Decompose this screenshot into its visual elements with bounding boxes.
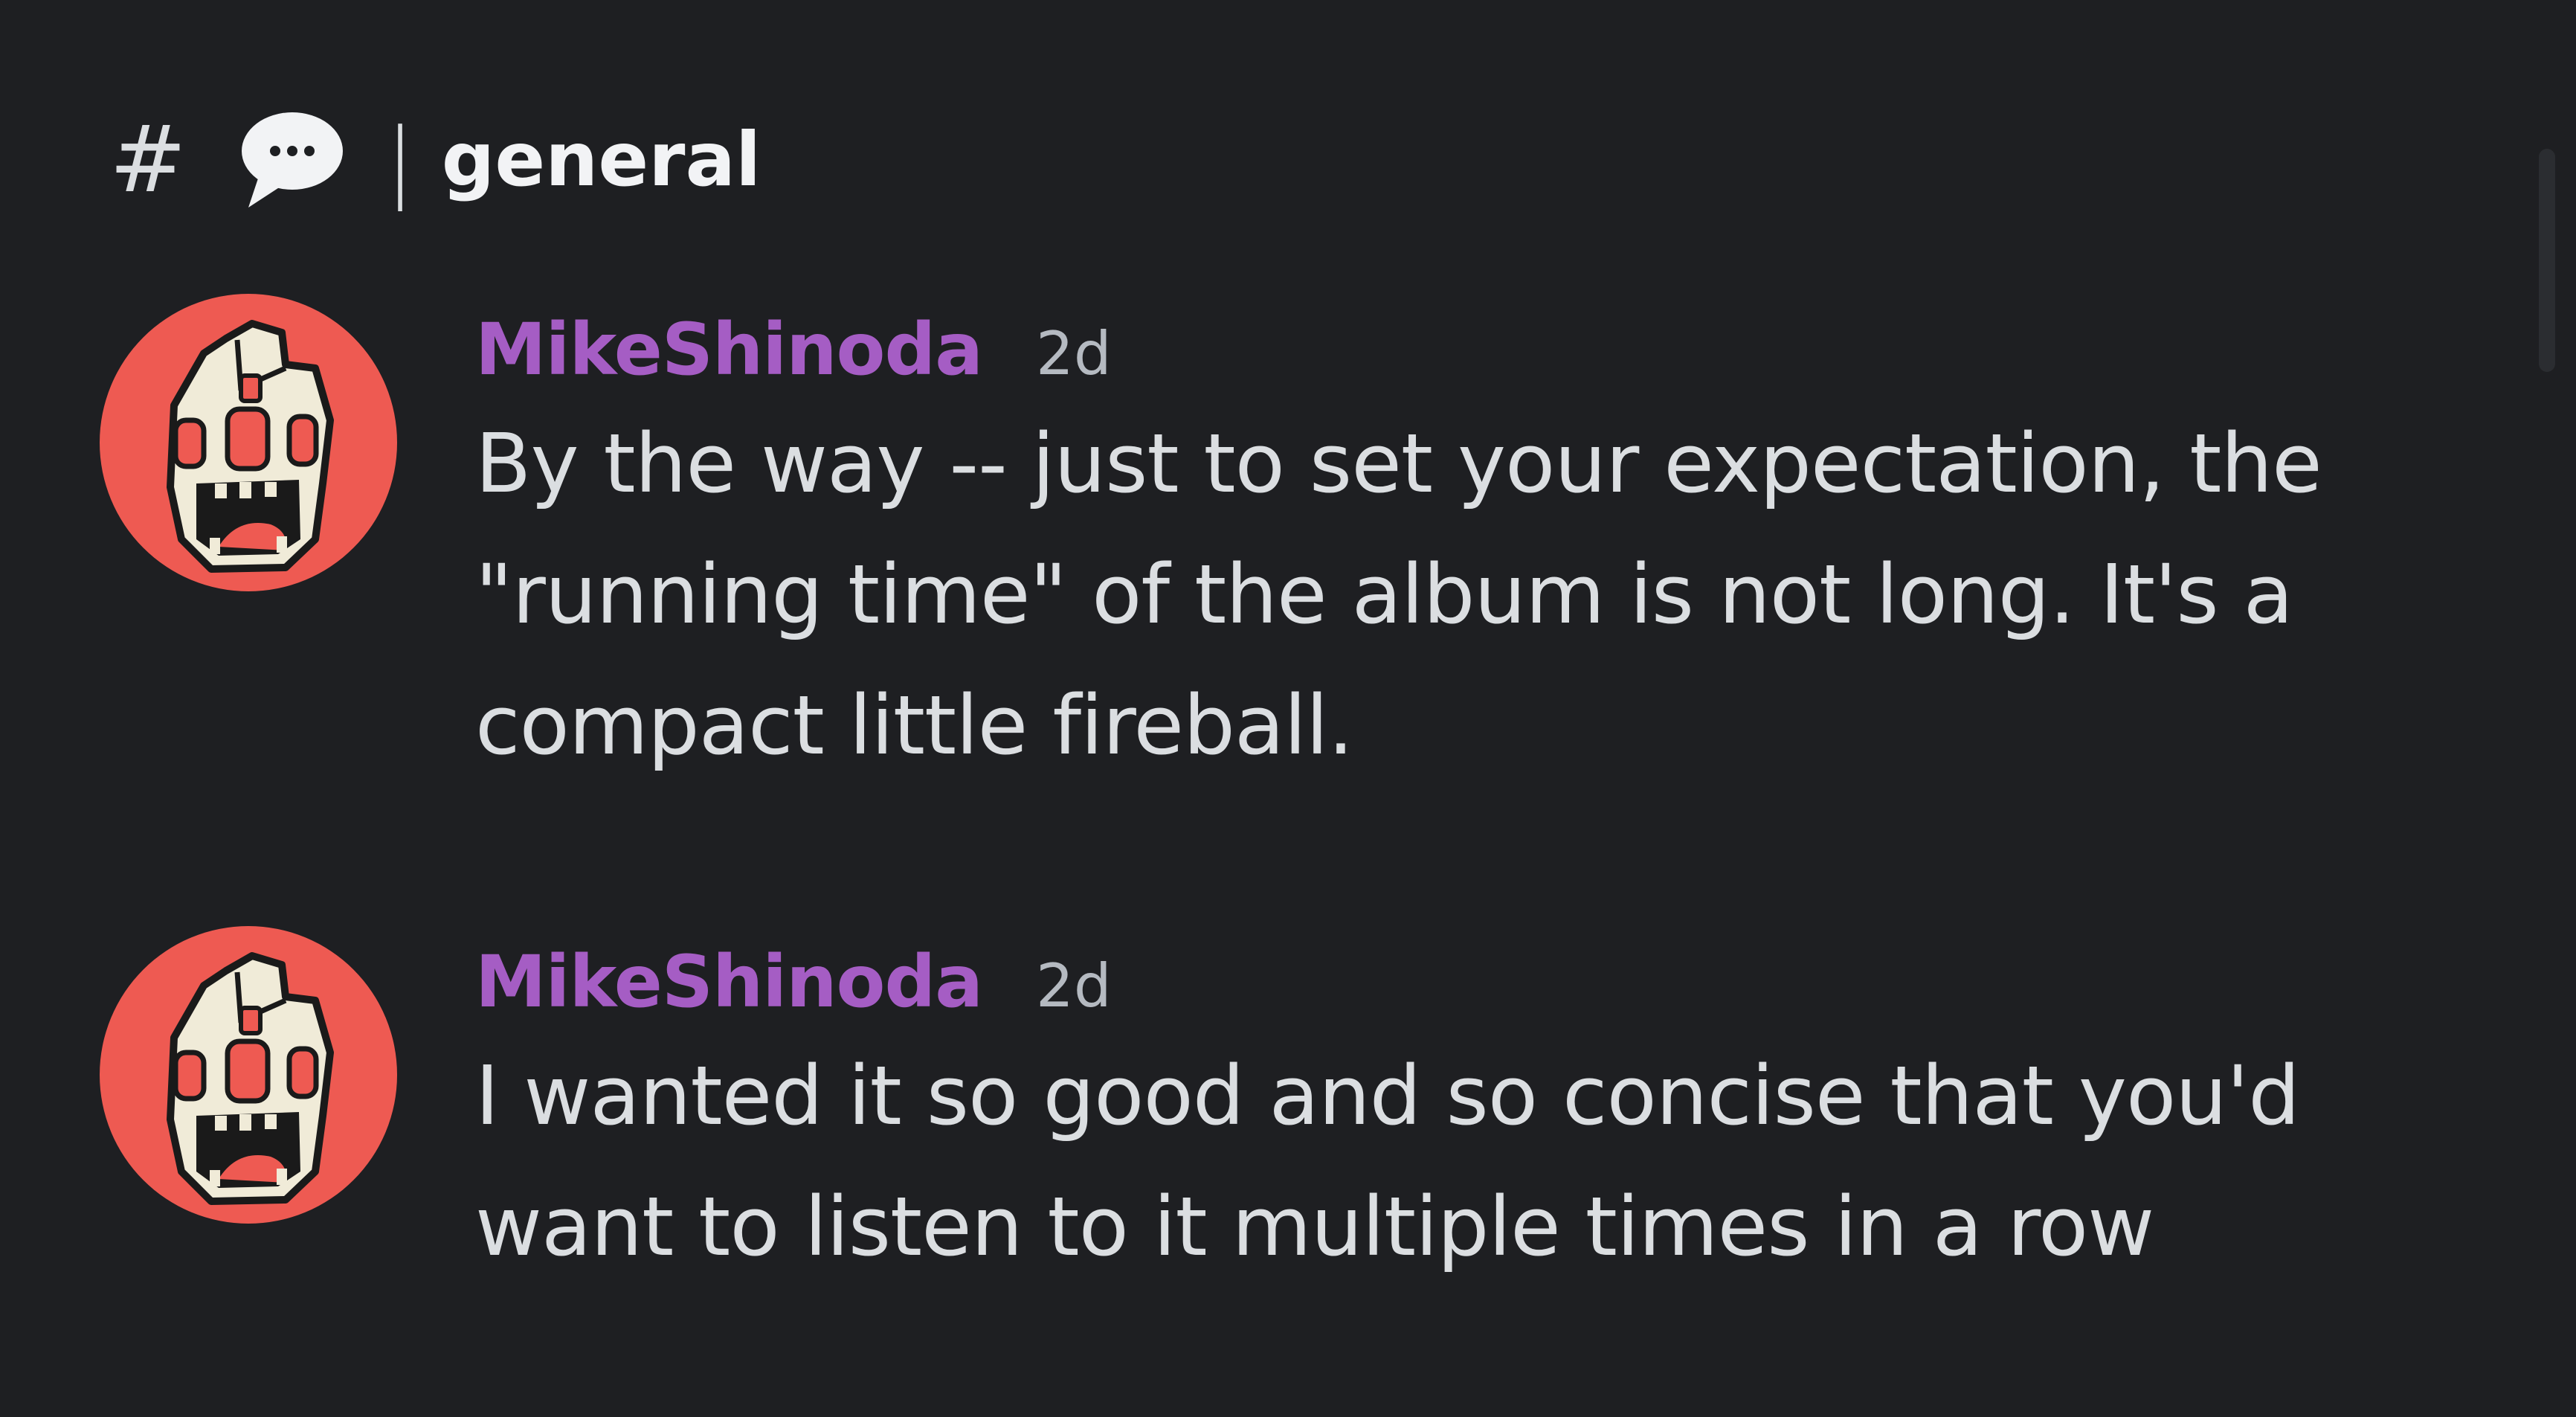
message-content: I wanted it so good and so concise that …	[475, 1030, 2483, 1292]
message-line: I wanted it so good and so concise that …	[475, 1048, 2300, 1143]
channel-name[interactable]: general	[442, 123, 761, 197]
speech-bubble-icon	[236, 108, 348, 212]
message-body: MikeShinoda 2d I wanted it so good and s…	[475, 926, 2483, 1292]
message-line: compact little fireball.	[475, 678, 1353, 773]
channel-separator: |	[385, 109, 415, 211]
timestamp: 2d	[1036, 319, 1112, 388]
user-avatar[interactable]	[100, 926, 397, 1224]
message-line: "running time" of the album is not long.…	[475, 547, 2293, 642]
message-header: MikeShinoda 2d	[475, 294, 2483, 405]
message-line: want to listen to it multiple times in a…	[475, 1179, 2154, 1274]
username[interactable]: MikeShinoda	[475, 294, 983, 405]
message-content: By the way -- just to set your expectati…	[475, 398, 2483, 791]
message-header: MikeShinoda 2d	[475, 926, 2483, 1038]
user-avatar[interactable]	[100, 294, 397, 591]
cartoon-monster-avatar-icon	[167, 320, 334, 573]
timestamp: 2d	[1036, 951, 1112, 1021]
hash-icon: #	[109, 106, 187, 213]
username[interactable]: MikeShinoda	[475, 926, 983, 1038]
channel-header[interactable]: # | general	[104, 104, 761, 216]
message-body: MikeShinoda 2d By the way -- just to set…	[475, 294, 2483, 791]
scrollbar-thumb[interactable]	[2539, 149, 2555, 372]
cartoon-monster-avatar-icon	[167, 952, 334, 1205]
message-line: By the way -- just to set your expectati…	[475, 416, 2322, 511]
